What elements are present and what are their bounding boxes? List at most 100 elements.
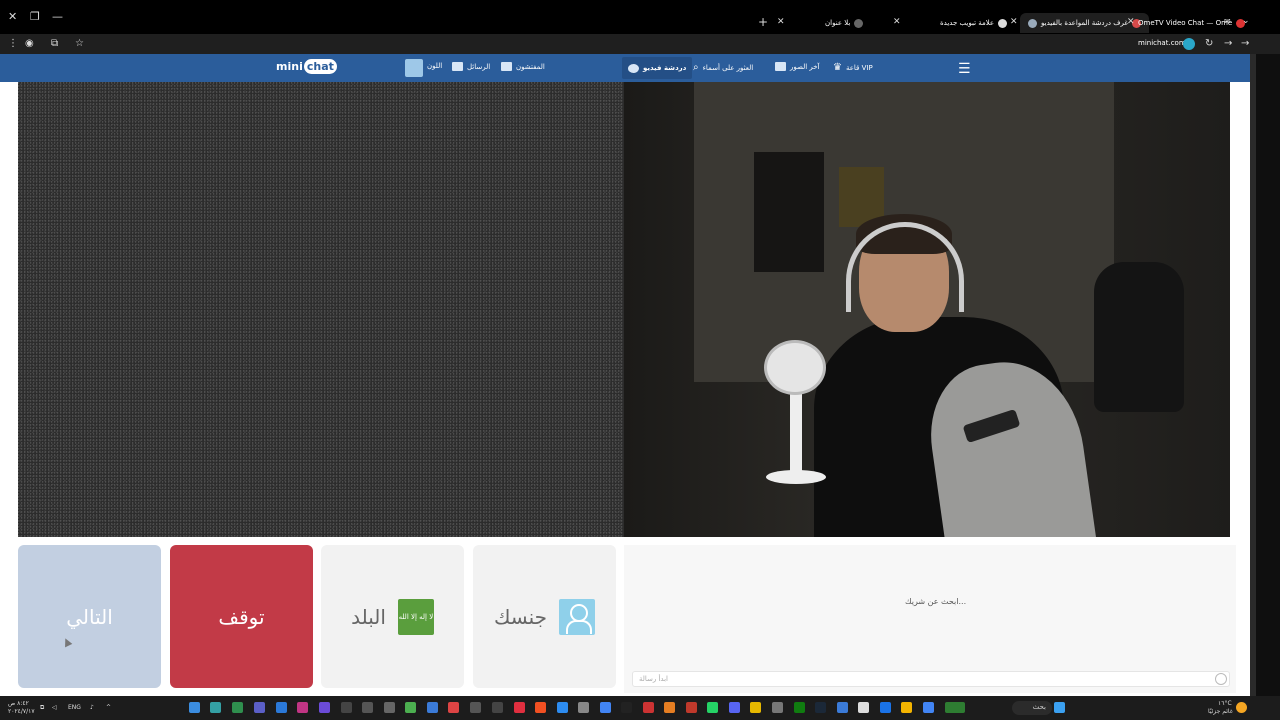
discord-icon[interactable] bbox=[729, 702, 740, 713]
new-tab-button[interactable]: + bbox=[758, 15, 768, 29]
chrome-icon[interactable] bbox=[923, 702, 934, 713]
xbox-icon[interactable] bbox=[794, 702, 805, 713]
reload-icon[interactable]: ↻ bbox=[1205, 38, 1213, 49]
nav-color[interactable]: اللون bbox=[427, 62, 442, 70]
app-icon[interactable] bbox=[470, 702, 481, 713]
app-icon[interactable] bbox=[664, 702, 675, 713]
microphone-icon[interactable]: ♪ bbox=[90, 704, 94, 711]
steam-icon[interactable] bbox=[815, 702, 826, 713]
app-icon[interactable] bbox=[276, 702, 287, 713]
whatsapp-icon[interactable] bbox=[707, 702, 718, 713]
nav-find-by-name[interactable]: ⌕ العثور على أسماء bbox=[693, 62, 753, 73]
store-icon[interactable] bbox=[858, 702, 869, 713]
search-icon: ⌕ bbox=[693, 62, 699, 73]
screenshot-icon[interactable]: ⧉ bbox=[51, 38, 58, 49]
emoji-icon[interactable] bbox=[1215, 673, 1227, 685]
close-window-icon[interactable]: ✕ bbox=[8, 10, 17, 23]
language-indicator[interactable]: ENG bbox=[68, 704, 81, 711]
minimize-window-icon[interactable]: — bbox=[52, 10, 63, 23]
tab-close-icon[interactable]: ✕ bbox=[893, 17, 901, 27]
app-icon[interactable] bbox=[945, 702, 965, 713]
avatar[interactable] bbox=[405, 59, 423, 77]
chrome-icon[interactable] bbox=[600, 702, 611, 713]
back-icon[interactable]: → bbox=[1241, 38, 1249, 49]
app-icon[interactable] bbox=[319, 702, 330, 713]
app-icon[interactable] bbox=[362, 702, 373, 713]
app-icon[interactable] bbox=[492, 702, 503, 713]
app-icon[interactable] bbox=[232, 702, 243, 713]
app-icon[interactable] bbox=[189, 702, 200, 713]
wall-poster bbox=[754, 152, 824, 272]
country-button[interactable]: البلد لا إله إلا الله bbox=[321, 545, 464, 688]
forward-icon[interactable]: → bbox=[1224, 38, 1232, 49]
envelope-icon: ✉ bbox=[1224, 17, 1231, 26]
app-icon[interactable] bbox=[448, 702, 459, 713]
app-icon[interactable] bbox=[405, 702, 416, 713]
app-icon[interactable] bbox=[427, 702, 438, 713]
menu-dots-icon[interactable]: ⋮ bbox=[8, 38, 18, 49]
nav-latest-photos[interactable]: آخر الصور bbox=[775, 62, 820, 71]
folder-icon[interactable] bbox=[901, 702, 912, 713]
site-info-icon[interactable] bbox=[1183, 38, 1195, 50]
app-icon[interactable] bbox=[384, 702, 395, 713]
page-scrollbar[interactable] bbox=[1250, 54, 1256, 696]
weather-temp: ١٦°C bbox=[1218, 700, 1232, 707]
stop-button[interactable]: توقف bbox=[170, 545, 313, 688]
app-icon[interactable] bbox=[535, 702, 546, 713]
gender-button[interactable]: جنسك bbox=[473, 545, 616, 688]
chevron-up-icon[interactable]: ^ bbox=[106, 704, 111, 711]
chevron-down-icon[interactable]: ⌄ bbox=[1242, 16, 1250, 26]
hamburger-menu-icon[interactable]: ☰ bbox=[958, 61, 971, 77]
restore-window-icon[interactable]: ❐ bbox=[30, 10, 40, 23]
weather-desc: غائم جزئيًا bbox=[1208, 708, 1233, 715]
app-icon[interactable] bbox=[772, 702, 783, 713]
os-taskbar: ٨:٤٢ ص ٢٠٢٤/٧/١٧ ⧉ ◁ ENG ♪ ^ بحث ١٦°C غا… bbox=[0, 696, 1280, 720]
minichat-logo[interactable]: mini chat bbox=[276, 59, 337, 74]
partner-video-static bbox=[18, 82, 624, 537]
url-field[interactable]: minichat.com bbox=[1138, 39, 1186, 47]
tab-close-icon[interactable]: ✕ bbox=[1127, 17, 1135, 27]
app-icon[interactable] bbox=[557, 702, 568, 713]
edge-icon[interactable] bbox=[210, 702, 221, 713]
windows-start-icon[interactable] bbox=[1054, 702, 1065, 713]
envelope-icon bbox=[452, 62, 463, 71]
tab-untitled[interactable]: بلا عنوان bbox=[825, 15, 864, 31]
teams-icon[interactable] bbox=[254, 702, 265, 713]
nav-vip-hall[interactable]: ♛ قاعة VIP bbox=[833, 62, 873, 73]
user-icon bbox=[559, 598, 596, 635]
notification-icon[interactable]: ⧉ bbox=[40, 704, 44, 712]
weather-icon[interactable] bbox=[1236, 702, 1247, 713]
app-icon[interactable] bbox=[621, 702, 632, 713]
browser-logo-icon bbox=[998, 18, 1008, 28]
badge-icon bbox=[501, 62, 512, 71]
instagram-icon[interactable] bbox=[297, 702, 308, 713]
clock-date: ٢٠٢٤/٧/١٧ bbox=[8, 708, 35, 715]
next-button[interactable]: التالي bbox=[18, 545, 161, 688]
app-icon[interactable] bbox=[837, 702, 848, 713]
app-icon[interactable] bbox=[341, 702, 352, 713]
chat-bubble-icon bbox=[628, 63, 639, 73]
app-icon[interactable] bbox=[643, 702, 654, 713]
app-icon[interactable] bbox=[514, 702, 525, 713]
tab-close-icon[interactable]: ✕ bbox=[1010, 17, 1018, 27]
tab-new-tab-page[interactable]: علامة تبويب جديدة bbox=[940, 15, 1008, 31]
app-icon[interactable] bbox=[750, 702, 761, 713]
nav-video-chat[interactable]: دردشة فيديو bbox=[622, 57, 693, 79]
microphone bbox=[764, 340, 826, 395]
nav-messages[interactable]: الرسائل bbox=[452, 62, 490, 71]
app-icon[interactable] bbox=[686, 702, 697, 713]
app-icon[interactable] bbox=[578, 702, 589, 713]
speaker-icon[interactable]: ◁ bbox=[52, 704, 57, 711]
tab-close-icon[interactable]: ✕ bbox=[777, 17, 785, 27]
nav-inspectors[interactable]: المفتشون bbox=[501, 62, 545, 71]
chat-status: ...ابحث عن شريك bbox=[905, 597, 967, 606]
profile-icon[interactable]: ◉ bbox=[25, 38, 34, 49]
globe-icon bbox=[854, 18, 864, 28]
app-icon[interactable] bbox=[880, 702, 891, 713]
chat-message-input[interactable]: ابدأ رسالة bbox=[632, 671, 1230, 687]
star-icon[interactable]: ☆ bbox=[75, 38, 84, 49]
browser-tab-bar: ✕ ❐ — + ✕ بلا عنوان ✕ علامة تبويب جديدة … bbox=[0, 0, 1280, 34]
site-navbar: mini chat اللون الرسائل المفتشون دردشة في… bbox=[0, 54, 1250, 82]
taskbar-search[interactable]: بحث bbox=[1012, 701, 1052, 715]
grid-icon bbox=[775, 62, 786, 71]
